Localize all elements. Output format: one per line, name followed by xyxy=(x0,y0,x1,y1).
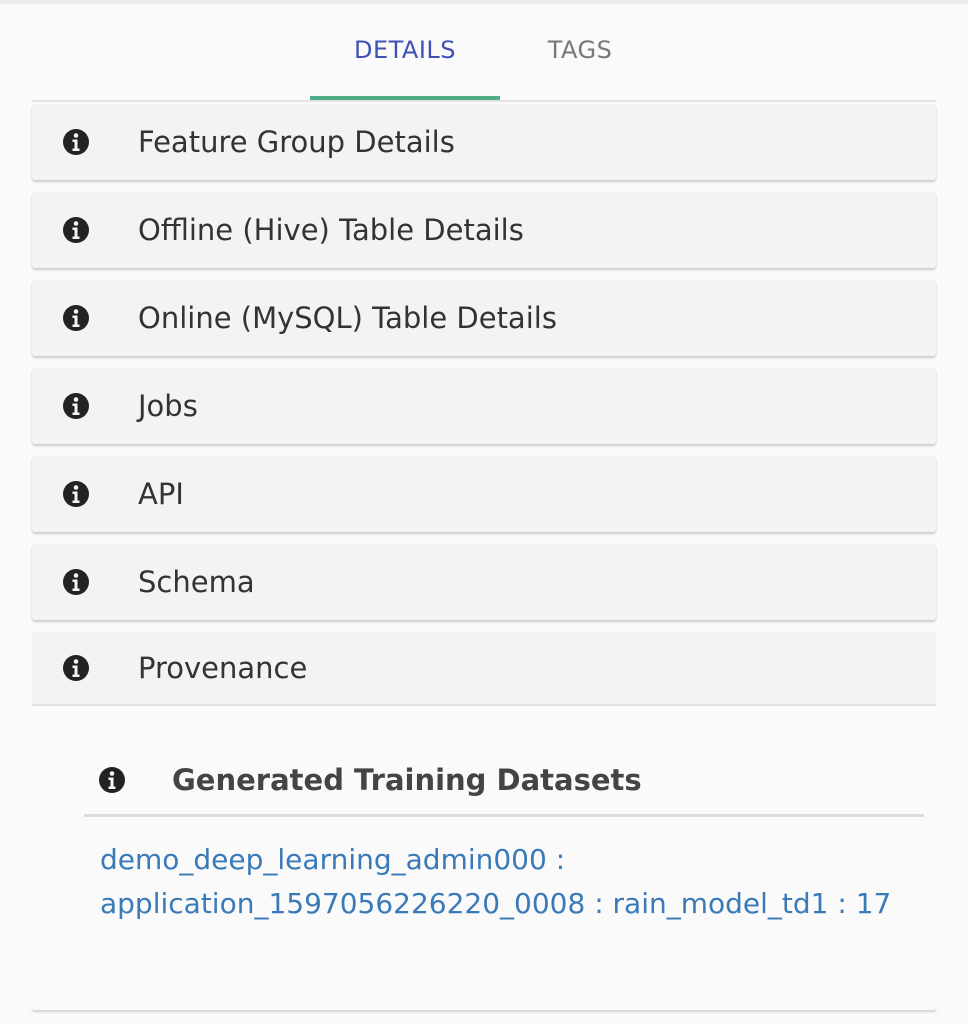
tab-tags[interactable]: TAGS xyxy=(500,36,660,100)
panel-online-table-details[interactable]: Online (MySQL) Table Details xyxy=(32,280,936,356)
info-icon xyxy=(63,481,89,507)
section-divider xyxy=(84,814,924,817)
provenance-content: Generated Training Datasets demo_deep_le… xyxy=(32,708,936,1010)
info-icon xyxy=(63,217,89,243)
panel-label: Jobs xyxy=(138,389,198,423)
tab-details[interactable]: DETAILS xyxy=(310,36,500,100)
panel-label: API xyxy=(138,477,184,511)
panel-label: Online (MySQL) Table Details xyxy=(138,301,557,335)
panel-feature-group-details[interactable]: Feature Group Details xyxy=(32,104,936,180)
panel-label: Feature Group Details xyxy=(138,125,455,159)
training-dataset-link[interactable]: demo_deep_learning_admin000 : applicatio… xyxy=(100,838,900,926)
provenance-panel-bottom xyxy=(32,1006,936,1010)
panel-schema[interactable]: Schema xyxy=(32,544,936,620)
info-icon xyxy=(63,655,89,681)
tab-divider xyxy=(32,100,936,102)
panel-jobs[interactable]: Jobs xyxy=(32,368,936,444)
panel-label: Provenance xyxy=(138,651,308,685)
dataset-link-line-1: demo_deep_learning_admin000 : xyxy=(100,843,566,876)
info-icon xyxy=(63,569,89,595)
info-icon xyxy=(63,393,89,419)
dataset-link-line-2: application_1597056226220_0008 : rain_mo… xyxy=(100,887,892,920)
info-icon xyxy=(63,129,89,155)
panel-label: Schema xyxy=(138,565,255,599)
tab-bar: DETAILS TAGS xyxy=(0,0,968,102)
panel-offline-table-details[interactable]: Offline (Hive) Table Details xyxy=(32,192,936,268)
panel-api[interactable]: API xyxy=(32,456,936,532)
generated-datasets-header: Generated Training Datasets xyxy=(84,752,924,816)
info-icon xyxy=(63,305,89,331)
panel-provenance[interactable]: Provenance xyxy=(32,632,936,706)
info-icon xyxy=(99,767,125,793)
section-title: Generated Training Datasets xyxy=(172,763,642,797)
details-accordion: Feature Group Details Offline (Hive) Tab… xyxy=(32,104,936,706)
panel-label: Offline (Hive) Table Details xyxy=(138,213,524,247)
